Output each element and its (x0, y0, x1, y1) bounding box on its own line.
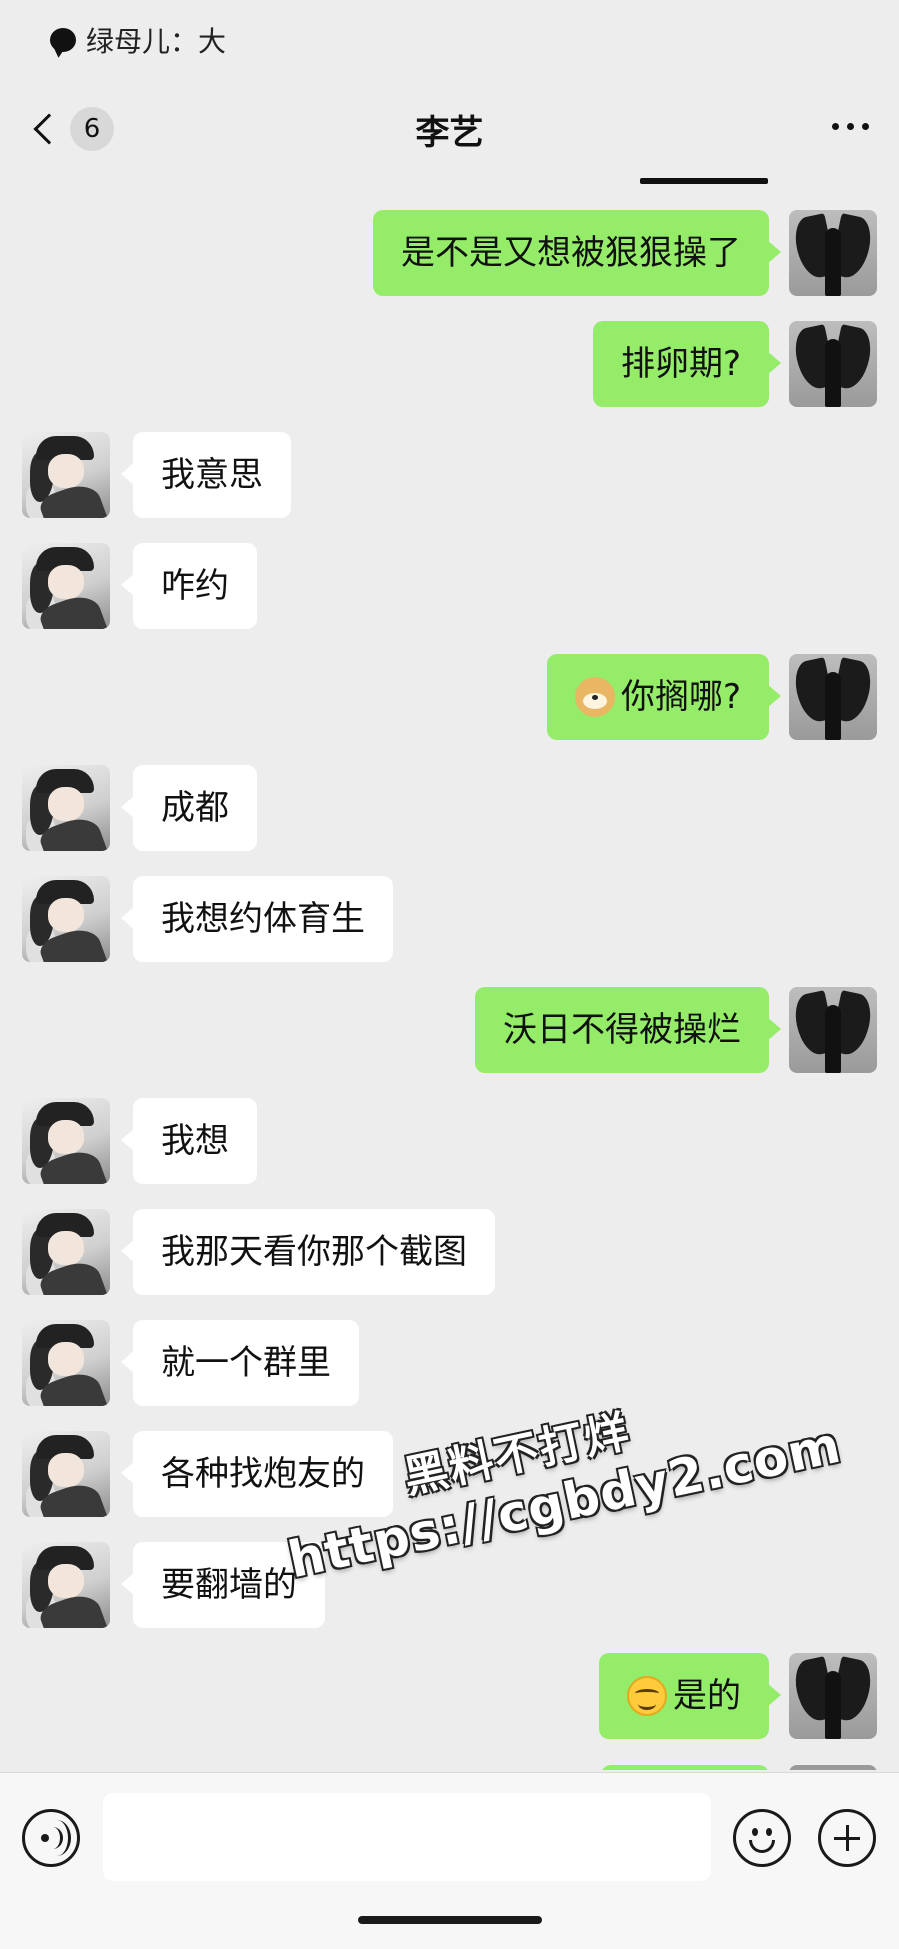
contact-avatar[interactable] (22, 1320, 110, 1406)
status-label: 绿母儿：大 (86, 25, 227, 58)
message-row: 我意思 (0, 432, 899, 518)
message-bubble[interactable]: 咋约 (121, 543, 257, 629)
my-avatar[interactable] (789, 321, 877, 407)
message-text: 成都 (161, 788, 229, 828)
message-row: 我想 (0, 1098, 899, 1184)
my-avatar[interactable] (789, 987, 877, 1073)
message-row: 我想约体育生 (0, 876, 899, 962)
dot-icon (862, 123, 869, 130)
home-indicator[interactable] (358, 1916, 542, 1924)
chat-bubble-icon (50, 28, 76, 52)
message-text: 排卵期? (620, 344, 741, 384)
message-text: 我想 (161, 1121, 229, 1161)
message-row: 咋约 (0, 543, 899, 629)
message-row: 成都 (0, 765, 899, 851)
message-text: 就一个群里 (161, 1343, 331, 1383)
emoji-button[interactable] (733, 1809, 791, 1867)
message-text: 是的 (673, 1676, 741, 1716)
message-text: 沃日不得被操烂 (503, 1010, 741, 1050)
contact-avatar[interactable] (22, 876, 110, 962)
message-bubble[interactable]: 排卵期? (592, 321, 782, 407)
chat-header: 6 李艺 (0, 95, 899, 165)
my-avatar-partial[interactable] (789, 1765, 877, 1770)
message-bubble[interactable]: 你搁哪? (546, 654, 782, 740)
grin-emoji-icon (627, 1676, 667, 1716)
message-bubble[interactable]: 就一个群里 (121, 1320, 359, 1406)
message-input[interactable] (103, 1793, 711, 1881)
input-bar (0, 1772, 899, 1949)
plus-button[interactable] (818, 1809, 876, 1867)
message-row: 排卵期? (0, 321, 899, 407)
message-bubble[interactable]: 我想 (121, 1098, 257, 1184)
my-avatar[interactable] (789, 1653, 877, 1739)
message-row: 是的 (0, 1653, 899, 1739)
message-text: 我想约体育生 (161, 899, 365, 939)
message-bubble-partial[interactable] (601, 1765, 769, 1770)
message-bubble[interactable]: 沃日不得被操烂 (475, 987, 781, 1073)
contact-avatar[interactable] (22, 1431, 110, 1517)
message-row: 沃日不得被操烂 (0, 987, 899, 1073)
doge-emoji-icon (574, 677, 615, 717)
contact-avatar[interactable] (22, 543, 110, 629)
dot-icon (847, 123, 854, 130)
message-bubble[interactable]: 成都 (121, 765, 257, 851)
message-bubble[interactable]: 是的 (599, 1653, 781, 1739)
voice-input-button[interactable] (22, 1809, 80, 1867)
message-text: 我那天看你那个截图 (161, 1232, 467, 1272)
status-bar: 绿母儿：大 (50, 20, 226, 60)
message-text: 我意思 (161, 455, 263, 495)
message-row: 我那天看你那个截图 (0, 1209, 899, 1295)
message-bubble[interactable]: 我意思 (121, 432, 291, 518)
contact-avatar[interactable] (22, 432, 110, 518)
chat-title: 李艺 (415, 113, 484, 153)
contact-avatar[interactable] (22, 1209, 110, 1295)
more-options-button[interactable] (832, 123, 869, 130)
header-underline (640, 178, 768, 184)
contact-avatar[interactable] (22, 765, 110, 851)
smiley-icon (752, 1828, 758, 1836)
message-text: 你搁哪? (620, 677, 741, 717)
message-bubble[interactable]: 我那天看你那个截图 (121, 1209, 495, 1295)
message-bubble[interactable]: 是不是又想被狠狠操了 (373, 210, 781, 296)
my-avatar[interactable] (789, 654, 877, 740)
message-row: 是不是又想被狠狠操了 (0, 210, 899, 296)
message-text: 要翻墙的 (161, 1565, 297, 1605)
message-text: 咋约 (161, 566, 229, 606)
message-row: 你搁哪? (0, 654, 899, 740)
contact-avatar[interactable] (22, 1542, 110, 1628)
my-avatar[interactable] (789, 210, 877, 296)
dot-icon (832, 123, 839, 130)
message-bubble[interactable]: 我想约体育生 (121, 876, 393, 962)
contact-avatar[interactable] (22, 1098, 110, 1184)
message-text: 是不是又想被狠狠操了 (401, 233, 741, 273)
